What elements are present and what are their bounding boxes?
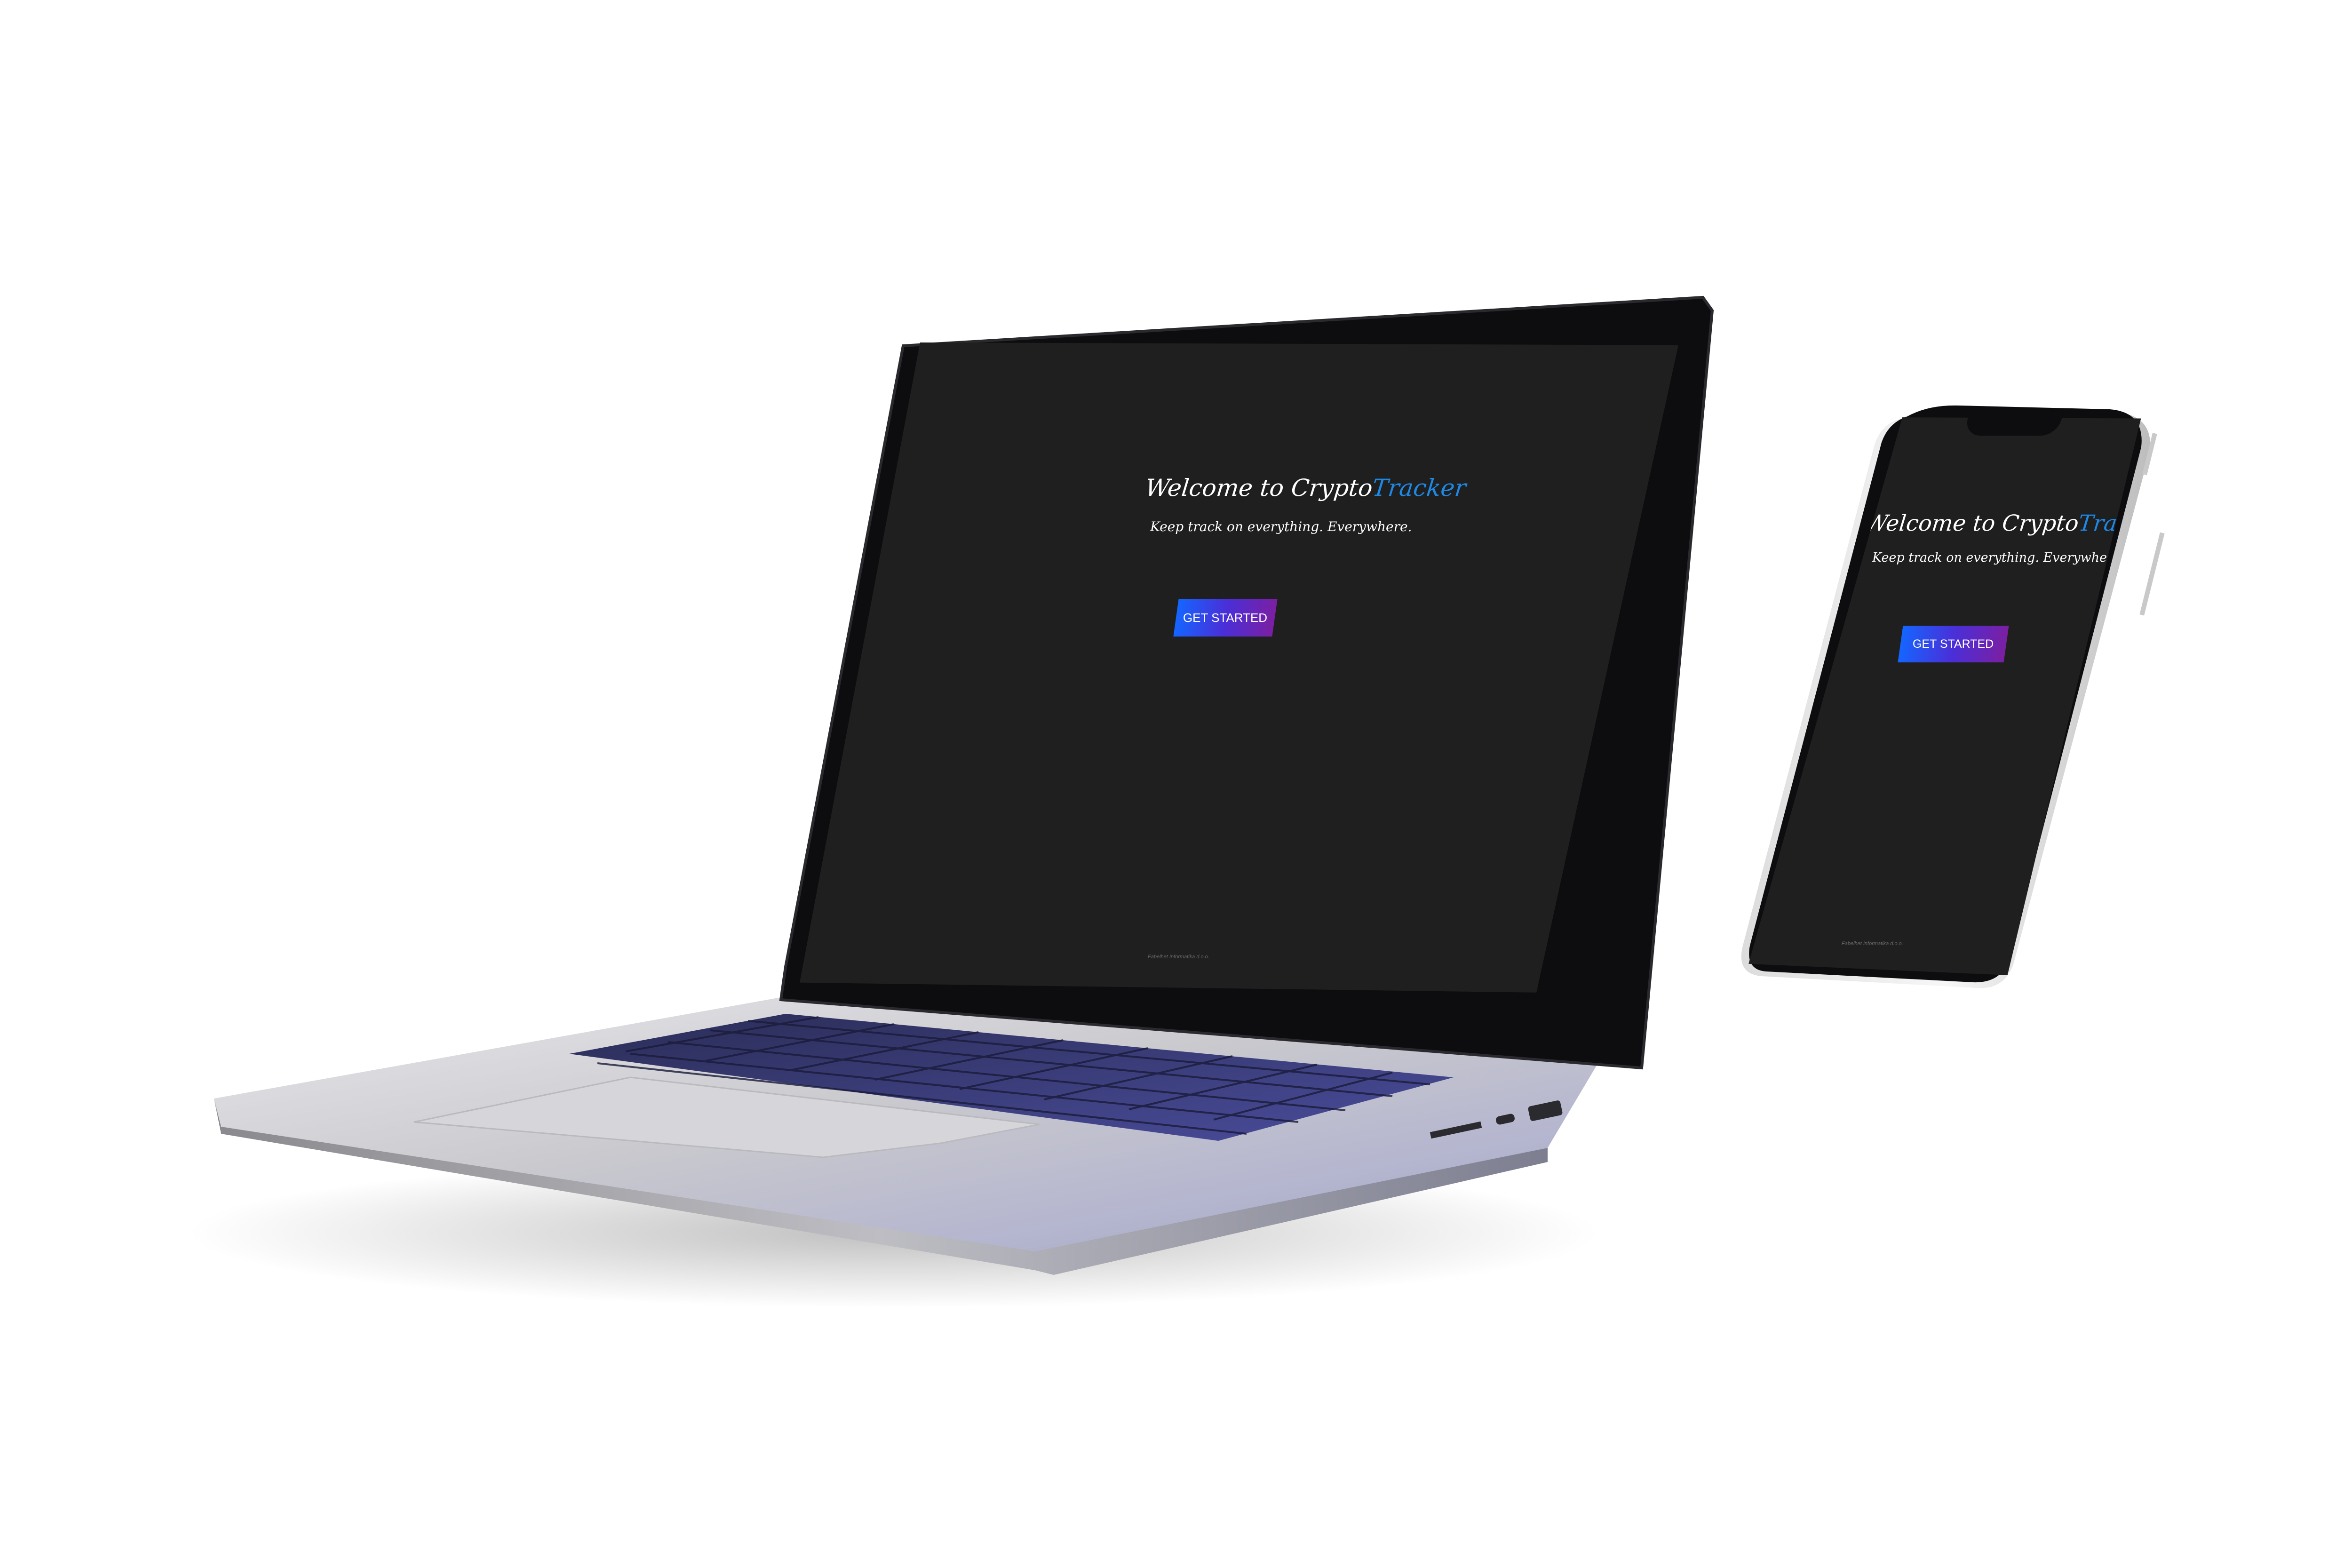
phone-page-title: Welcome to CryptoTracker bbox=[1864, 510, 2141, 536]
phone-title-prefix: Welcome to Crypto bbox=[1864, 510, 2080, 536]
phone-notch bbox=[1963, 413, 2063, 436]
phone-side-button bbox=[2139, 532, 2165, 616]
phone-page-tagline: Keep track on everything. Everywhere. bbox=[1872, 550, 2125, 565]
device-mockup-scene: Welcome to CryptoTracker Keep track on e… bbox=[0, 0, 2352, 1568]
phone-get-started-button[interactable]: GET STARTED bbox=[1898, 626, 2009, 662]
phone-page-footer: Fabelhet Informatika d.o.o. bbox=[1842, 941, 1903, 947]
phone-get-started-label: GET STARTED bbox=[1913, 637, 1994, 651]
